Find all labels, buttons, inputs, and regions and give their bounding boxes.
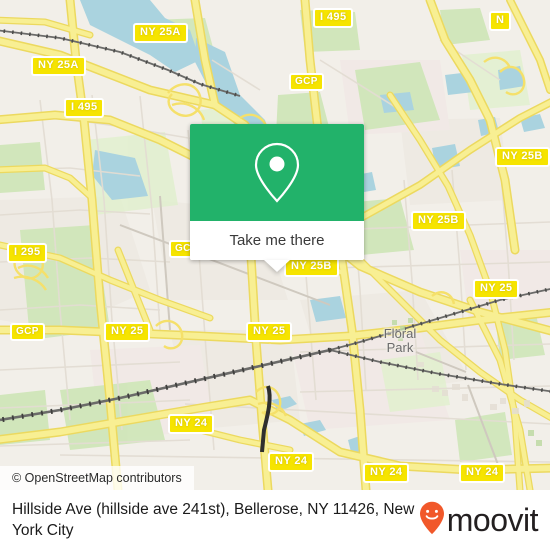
- shield-ny-25-m[interactable]: NY 25: [246, 322, 293, 342]
- shield-ny-24-4[interactable]: NY 24: [459, 463, 506, 483]
- shield-ny-25-l[interactable]: NY 25: [104, 322, 151, 342]
- moovit-smiley-pin-icon: [419, 501, 445, 540]
- shield-i-295[interactable]: I 295: [7, 243, 48, 263]
- shield-n[interactable]: N: [489, 11, 512, 31]
- map-pin-icon: [250, 140, 304, 206]
- shield-ny-24-3[interactable]: NY 24: [363, 463, 410, 483]
- popup-pointer: [264, 260, 290, 272]
- shield-ny-24-2[interactable]: NY 24: [268, 452, 315, 472]
- shield-i-495-top[interactable]: I 495: [313, 8, 354, 28]
- popup-header: [190, 124, 364, 221]
- shield-ny-25b-3[interactable]: NY 25B: [284, 257, 339, 277]
- footer-bar: Hillside Ave (hillside ave 241st), Belle…: [0, 490, 550, 550]
- shield-gcp-bot[interactable]: GCP: [10, 323, 45, 341]
- shield-ny-25a-2[interactable]: NY 25A: [31, 56, 86, 76]
- popup-body[interactable]: Take me there: [190, 221, 364, 272]
- shield-ny-25-r[interactable]: NY 25: [473, 279, 520, 299]
- moovit-brand[interactable]: moovit: [419, 501, 542, 540]
- shield-ny-25b-1[interactable]: NY 25B: [495, 147, 550, 167]
- moovit-map-screenshot: NY 25A NY 25A I 495 N I 495 GCP NY 25B N…: [0, 0, 550, 550]
- shield-ny-25b-2[interactable]: NY 25B: [411, 211, 466, 231]
- map-attribution[interactable]: © OpenStreetMap contributors: [0, 466, 194, 490]
- shield-ny-24-1[interactable]: NY 24: [168, 414, 215, 434]
- shield-gcp-top[interactable]: GCP: [289, 73, 324, 91]
- location-popup[interactable]: Take me there: [190, 124, 364, 272]
- map-canvas[interactable]: NY 25A NY 25A I 495 N I 495 GCP NY 25B N…: [0, 0, 550, 490]
- shield-ny-25a-1[interactable]: NY 25A: [133, 23, 188, 43]
- shield-i-495-left[interactable]: I 495: [64, 98, 105, 118]
- attribution-text: © OpenStreetMap contributors: [12, 471, 182, 485]
- location-title: Hillside Ave (hillside ave 241st), Belle…: [12, 501, 415, 539]
- take-me-there-label: Take me there: [229, 232, 325, 249]
- moovit-wordmark: moovit: [446, 502, 539, 538]
